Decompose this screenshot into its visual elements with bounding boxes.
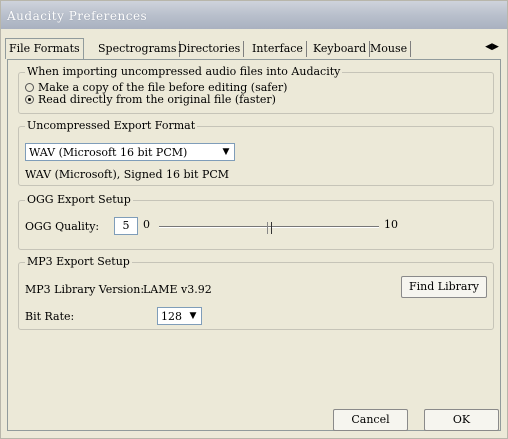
import-group-label: When importing uncompressed audio files …	[25, 65, 343, 78]
find-library-button[interactable]: Find Library	[401, 276, 487, 298]
tab-spectrograms[interactable]: Spectrograms	[95, 41, 181, 57]
tab-mouse[interactable]: Mouse	[367, 41, 412, 57]
tab-scroll-arrows-icon[interactable]: ◀▶	[481, 39, 503, 55]
ogg-group-label: OGG Export Setup	[25, 193, 133, 206]
export-format-label: Uncompressed Export Format	[25, 119, 198, 132]
bitrate-value: 128	[161, 310, 182, 323]
radio-copy-icon[interactable]	[25, 82, 34, 92]
mp3-library-label: MP3 Library Version:	[25, 283, 145, 296]
title-bar[interactable]: Audacity Preferences	[1, 1, 507, 29]
chevron-down-icon[interactable]: ▼	[186, 309, 200, 323]
file-formats-panel: When importing uncompressed audio files …	[7, 59, 501, 431]
bitrate-select[interactable]: 128 ▼	[157, 307, 202, 325]
ogg-group: OGG Export Setup OGG Quality: 5 0 10	[18, 193, 494, 250]
export-format-group: Uncompressed Export Format WAV (Microsof…	[18, 119, 494, 186]
import-option-direct[interactable]: Read directly from the original file (fa…	[25, 94, 276, 106]
ogg-quality-value[interactable]: 5	[114, 217, 138, 235]
import-option-direct-label: Read directly from the original file (fa…	[38, 93, 276, 106]
export-format-description: WAV (Microsoft), Signed 16 bit PCM	[25, 168, 230, 181]
mp3-group: MP3 Export Setup MP3 Library Version: LA…	[18, 255, 494, 330]
ogg-slider-max: 10	[384, 218, 398, 231]
radio-direct-icon[interactable]	[25, 94, 34, 104]
tab-file-formats[interactable]: File Formats	[5, 38, 84, 59]
export-format-select[interactable]: WAV (Microsoft 16 bit PCM) ▼	[25, 143, 235, 161]
mp3-group-label: MP3 Export Setup	[25, 255, 132, 268]
ogg-slider-min: 0	[143, 218, 150, 231]
mp3-library-value: LAME v3.92	[143, 283, 212, 296]
import-group: When importing uncompressed audio files …	[18, 65, 494, 114]
window-title: Audacity Preferences	[7, 9, 148, 23]
ogg-quality-slider-thumb[interactable]	[267, 222, 272, 234]
tab-directories[interactable]: Directories	[175, 41, 245, 57]
ogg-quality-label: OGG Quality:	[25, 220, 100, 233]
bitrate-label: Bit Rate:	[25, 310, 75, 323]
tab-keyboard[interactable]: Keyboard	[310, 41, 371, 57]
preferences-window: Audacity Preferences File Formats Spectr…	[0, 0, 508, 439]
chevron-down-icon[interactable]: ▼	[219, 145, 233, 159]
cancel-button[interactable]: Cancel	[333, 409, 408, 431]
ok-button[interactable]: OK	[424, 409, 499, 431]
export-format-value: WAV (Microsoft 16 bit PCM)	[29, 146, 188, 159]
tab-strip: File Formats Spectrograms Directories In…	[5, 37, 503, 59]
tab-interface[interactable]: Interface	[249, 41, 307, 57]
